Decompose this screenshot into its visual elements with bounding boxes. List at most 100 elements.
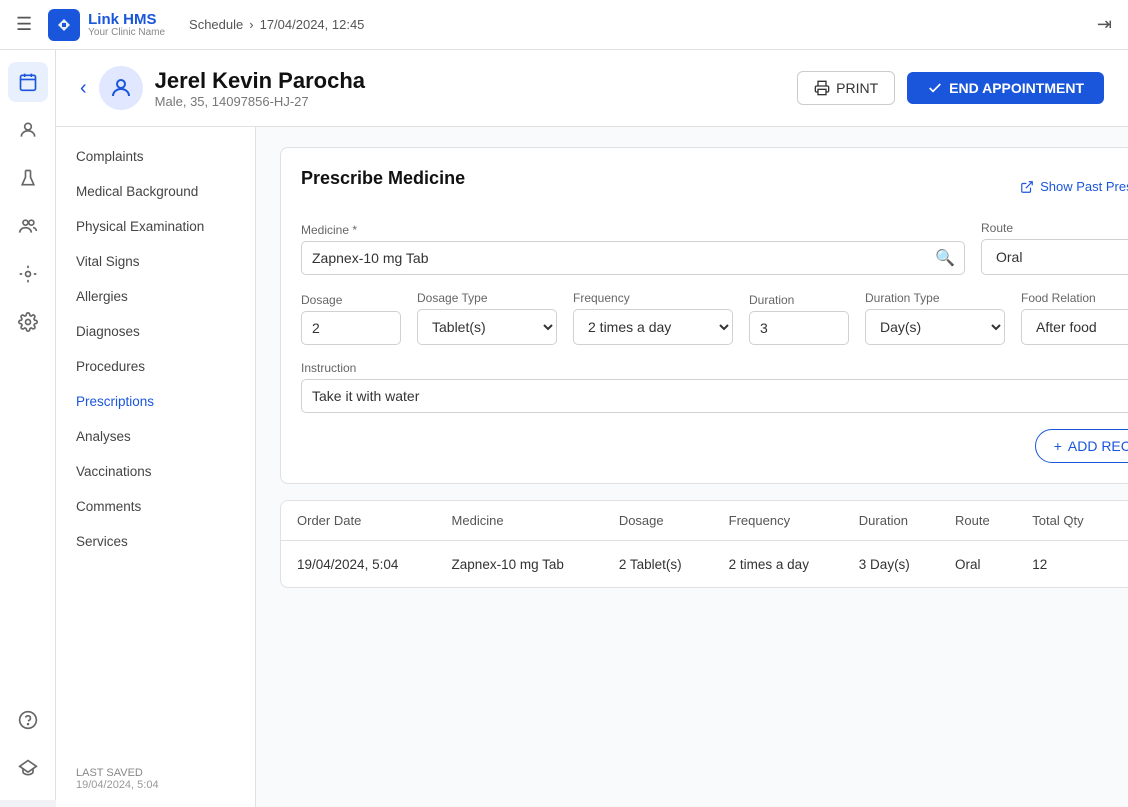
last-saved-label: LAST SAVED — [76, 767, 159, 779]
patient-header: ‹ Jerel Kevin Parocha Male, 35, 14097856… — [56, 50, 1128, 127]
sidebar-item-vaccinations[interactable]: Vaccinations — [56, 454, 255, 489]
col-actions — [1113, 501, 1128, 541]
logo-area: Link HMS Your Clinic Name — [48, 9, 165, 41]
sidebar-item-procedures[interactable]: Procedures — [56, 349, 255, 384]
dosage-field-group: Dosage — [301, 293, 401, 345]
app-name: Link HMS — [88, 12, 165, 27]
nav-icon-flask[interactable] — [8, 158, 48, 198]
last-saved: LAST SAVED 19/04/2024, 5:04 — [76, 767, 159, 791]
hamburger-icon[interactable]: ☰ — [16, 14, 32, 35]
main-layout: ‹ Jerel Kevin Parocha Male, 35, 14097856… — [56, 50, 1128, 807]
add-record-row: + ADD RECORD — [301, 429, 1128, 463]
left-iconbar — [0, 50, 56, 800]
patient-header-actions: PRINT END APPOINTMENT — [797, 71, 1104, 105]
sidebar-item-complaints[interactable]: Complaints — [56, 139, 255, 174]
external-link-icon — [1020, 180, 1034, 194]
sidebar-item-physical-examination[interactable]: Physical Examination — [56, 209, 255, 244]
cell-order-date: 19/04/2024, 5:04 — [281, 541, 436, 588]
food-relation-select[interactable]: After food Before food With food — [1021, 309, 1128, 345]
add-record-label: ADD RECORD — [1068, 438, 1128, 454]
logo-icon — [48, 9, 80, 41]
breadcrumb-separator: › — [249, 17, 253, 32]
dosage-input[interactable] — [301, 311, 401, 345]
food-relation-field-group: Food Relation After food Before food Wit… — [1021, 291, 1128, 345]
cell-dosage: 2 Tablet(s) — [603, 541, 713, 588]
print-label: PRINT — [836, 80, 878, 96]
frequency-field-group: Frequency Once a day 2 times a day 3 tim… — [573, 291, 733, 345]
col-duration: Duration — [843, 501, 939, 541]
route-field-group: Route Oral IV IM Topical — [981, 221, 1128, 275]
prescribe-medicine-section: Prescribe Medicine Show Past Prescriptio… — [280, 147, 1128, 484]
top-navigation: ☰ Link HMS Your Clinic Name Schedule › 1… — [0, 0, 1128, 50]
medicine-label: Medicine * — [301, 223, 965, 237]
instruction-label: Instruction — [301, 361, 1128, 375]
instruction-input[interactable] — [301, 379, 1128, 413]
content-area: Complaints Medical Background Physical E… — [56, 127, 1128, 807]
medicine-input[interactable] — [301, 241, 965, 275]
cell-medicine: Zapnex-10 mg Tab — [436, 541, 603, 588]
sidebar-item-allergies[interactable]: Allergies — [56, 279, 255, 314]
cell-duration: 3 Day(s) — [843, 541, 939, 588]
col-frequency: Frequency — [713, 501, 843, 541]
main-panel: Prescribe Medicine Show Past Prescriptio… — [256, 127, 1128, 807]
medicine-input-wrap: 🔍 — [301, 241, 965, 275]
cell-frequency: 2 times a day — [713, 541, 843, 588]
duration-type-label: Duration Type — [865, 291, 1005, 305]
dosage-row: Dosage Dosage Type Tablet(s) Capsule(s) … — [301, 291, 1128, 345]
logout-icon[interactable]: ⇥ — [1097, 14, 1112, 34]
duration-label: Duration — [749, 293, 849, 307]
dosage-label: Dosage — [301, 293, 401, 307]
nav-icon-gear[interactable] — [8, 302, 48, 342]
breadcrumb-parent[interactable]: Schedule — [189, 17, 243, 32]
frequency-select[interactable]: Once a day 2 times a day 3 times a day 4… — [573, 309, 733, 345]
prescription-table: Order Date Medicine Dosage Frequency Dur… — [280, 500, 1128, 588]
medicine-field-group: Medicine * 🔍 — [301, 223, 965, 275]
col-order-date: Order Date — [281, 501, 436, 541]
dosage-type-select[interactable]: Tablet(s) Capsule(s) ml mg — [417, 309, 557, 345]
sidebar-item-services[interactable]: Services — [56, 524, 255, 559]
end-appointment-label: END APPOINTMENT — [949, 80, 1084, 96]
instruction-row: Instruction — [301, 361, 1128, 413]
nav-icon-group[interactable] — [8, 206, 48, 246]
add-record-button[interactable]: + ADD RECORD — [1035, 429, 1128, 463]
col-total-qty: Total Qty — [1016, 501, 1113, 541]
add-record-plus-icon: + — [1054, 438, 1062, 454]
sidebar-item-vital-signs[interactable]: Vital Signs — [56, 244, 255, 279]
nav-icon-calendar[interactable] — [8, 62, 48, 102]
patient-name: Jerel Kevin Parocha — [155, 68, 365, 94]
col-medicine: Medicine — [436, 501, 603, 541]
sidebar-item-diagnoses[interactable]: Diagnoses — [56, 314, 255, 349]
duration-type-select[interactable]: Day(s) Week(s) Month(s) — [865, 309, 1005, 345]
nav-icon-graduation[interactable] — [8, 748, 48, 788]
col-route: Route — [939, 501, 1016, 541]
cell-total-qty: 12 — [1016, 541, 1113, 588]
last-saved-value: 19/04/2024, 5:04 — [76, 779, 159, 791]
frequency-label: Frequency — [573, 291, 733, 305]
prescribe-title: Prescribe Medicine — [301, 168, 465, 189]
medicine-route-row: Medicine * 🔍 Route Oral IV IM Topical — [301, 221, 1128, 275]
sidebar-item-medical-background[interactable]: Medical Background — [56, 174, 255, 209]
back-button[interactable]: ‹ — [80, 77, 87, 100]
sidebar-item-comments[interactable]: Comments — [56, 489, 255, 524]
nav-icon-help[interactable] — [8, 700, 48, 740]
sidebar-item-prescriptions[interactable]: Prescriptions — [56, 384, 255, 419]
breadcrumb: Schedule › 17/04/2024, 12:45 — [189, 17, 364, 32]
app-tagline: Your Clinic Name — [88, 27, 165, 38]
duration-type-field-group: Duration Type Day(s) Week(s) Month(s) — [865, 291, 1005, 345]
route-label: Route — [981, 221, 1128, 235]
duration-input[interactable] — [749, 311, 849, 345]
print-button[interactable]: PRINT — [797, 71, 895, 105]
sidebar-item-analyses[interactable]: Analyses — [56, 419, 255, 454]
end-appointment-button[interactable]: END APPOINTMENT — [907, 72, 1104, 104]
sidebar-navigation: Complaints Medical Background Physical E… — [56, 127, 256, 807]
patient-info: Jerel Kevin Parocha Male, 35, 14097856-H… — [155, 68, 365, 109]
search-icon[interactable]: 🔍 — [935, 248, 955, 268]
route-select[interactable]: Oral IV IM Topical — [981, 239, 1128, 275]
nav-icon-person[interactable] — [8, 110, 48, 150]
nav-icon-tools[interactable] — [8, 254, 48, 294]
check-icon — [927, 80, 943, 96]
show-past-label: Show Past Prescriptions — [1040, 179, 1128, 194]
show-past-prescriptions-button[interactable]: Show Past Prescriptions — [1020, 179, 1128, 194]
topnav-right: ⇥ — [1097, 14, 1112, 35]
cell-route: Oral — [939, 541, 1016, 588]
